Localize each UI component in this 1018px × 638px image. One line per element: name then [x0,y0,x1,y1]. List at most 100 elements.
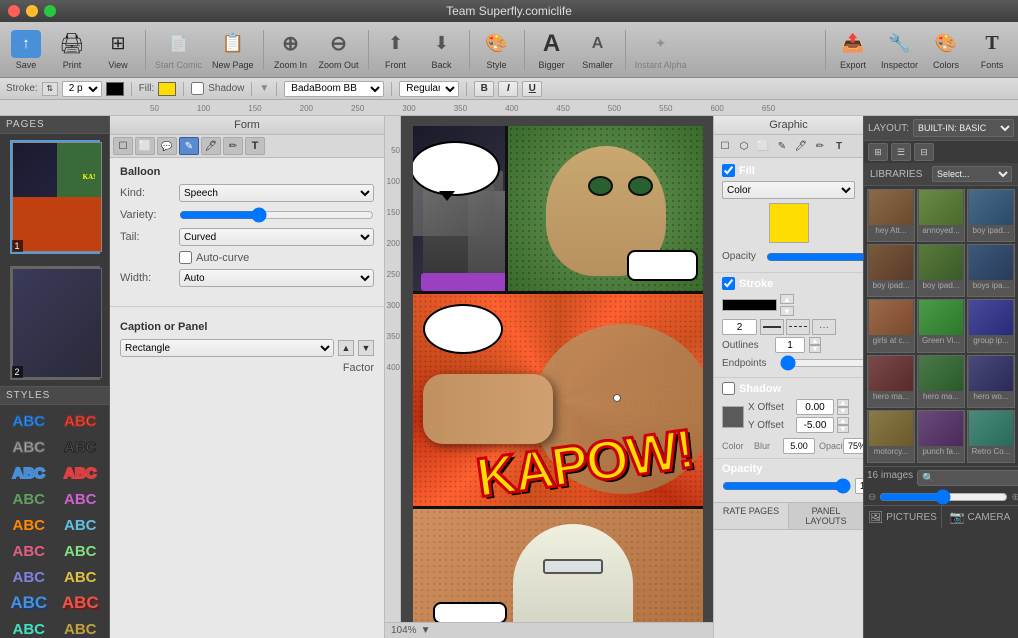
canvas-area[interactable]: 50 100 150 200 250 300 350 400 [385,116,713,638]
caption-type-select[interactable]: Rectangle [120,339,334,357]
lib-item[interactable]: boys ipa... [967,244,1015,297]
form-tool-1[interactable]: ☐ [113,137,133,155]
lib-item[interactable]: hero ma... [917,355,965,408]
detail-view-btn[interactable]: ⊟ [914,143,934,161]
stroke-up-btn[interactable]: ▲ [780,294,794,304]
fill-type-select[interactable]: Color [722,181,855,199]
stroke-style-1[interactable] [760,319,784,335]
main-opacity-slider[interactable] [722,480,851,492]
stroke-down-btn[interactable]: ▼ [780,306,794,316]
tail-select[interactable]: Curved [179,228,374,246]
lib-item[interactable]: girls at c... [867,299,915,352]
style-item[interactable]: ABC [56,617,106,638]
outlines-down[interactable]: ▼ [809,345,821,353]
pictures-btn[interactable]: 🖼 PICTURES [864,506,942,528]
outlines-up[interactable]: ▲ [809,337,821,345]
grid-view-btn[interactable]: ⊞ [868,143,888,161]
lib-item[interactable]: punch fa... [917,410,965,463]
inspector-button[interactable]: 🔧 Inspector [877,25,922,75]
view-button[interactable]: ⊞ View [96,25,140,75]
stroke-style-2[interactable] [786,319,810,335]
stroke-size-input[interactable] [722,319,757,335]
underline-button[interactable]: U [522,81,542,97]
lib-item[interactable]: Retro Co... [967,410,1015,463]
form-tool-5[interactable]: 🖊 [201,137,221,155]
lib-item[interactable]: boy ipad... [867,244,915,297]
instant-alpha-button[interactable]: ✦ Instant Alpha [631,25,691,75]
width-select[interactable]: Auto [179,269,374,287]
style-item[interactable]: ABC [56,539,106,563]
form-tool-7[interactable]: T [245,137,265,155]
style-item[interactable]: ABC [4,591,54,615]
style-item[interactable]: ABC [56,409,106,433]
save-button[interactable]: ↑ Save [4,25,48,75]
style-item[interactable]: ABC [4,565,54,589]
autocurve-checkbox[interactable] [179,251,192,264]
back-button[interactable]: ⬇ Back [420,25,464,75]
style-item[interactable]: ABC [4,539,54,563]
graphic-tool-1[interactable]: ☐ [716,137,734,155]
bigger-button[interactable]: A Bigger [530,25,574,75]
page-thumb-2[interactable]: 2 [10,266,100,380]
zoom-in-button[interactable]: ⊕ Zoom In [269,25,313,75]
style-item[interactable]: ABC [4,461,54,485]
style-item[interactable]: ABC [56,461,106,485]
style-item[interactable]: ABC [4,409,54,433]
lib-item[interactable]: hey Att... [867,189,915,242]
style-item[interactable]: ABC [56,565,106,589]
graphic-tool-7[interactable]: T [830,137,848,155]
thumbnail-zoom-slider[interactable] [879,491,1008,503]
style-button[interactable]: 🎨 Style [475,25,519,75]
style-item[interactable]: ABC [4,513,54,537]
layout-select[interactable]: BUILT-IN: BASIC [913,119,1014,137]
speech-balloon-hello[interactable]: HELLO,STRANGER. [413,141,500,196]
new-page-button[interactable]: 📋 New Page [208,25,258,75]
top-left-panel[interactable]: HELLO,STRANGER. [413,126,508,291]
stroke-style-3[interactable]: ··· [812,319,836,335]
zoom-out-button[interactable]: ⊖ Zoom Out [315,25,363,75]
caption-down-btn[interactable]: ▼ [358,340,374,356]
x-offset-input[interactable] [796,399,834,415]
close-button[interactable] [8,5,20,17]
stroke-checkbox[interactable] [722,277,735,290]
fill-color-swatch[interactable] [158,82,176,96]
style-item[interactable]: ABC [56,591,106,615]
panel-layouts-tab[interactable]: PANEL LAYOUTS [789,503,863,529]
library-select[interactable]: Select... [932,166,1012,182]
form-tool-6[interactable]: ✏ [223,137,243,155]
minimize-button[interactable] [26,5,38,17]
stroke-direction-toggle[interactable]: ⇅ [42,82,58,96]
smaller-button[interactable]: A Smaller [576,25,620,75]
style-item[interactable]: ABC [4,487,54,511]
graphic-tool-6[interactable]: ✏ [811,137,829,155]
form-tool-4[interactable]: ✎ [179,137,199,155]
graphic-tool-3[interactable]: ⬜ [754,137,772,155]
canvas[interactable]: 50 100 150 200 250 300 350 400 [385,116,713,622]
form-tool-3[interactable]: 💬 [157,137,177,155]
lib-item[interactable]: boy ipad... [967,189,1015,242]
xoff-up[interactable]: ▲ [837,399,849,407]
maximize-button[interactable] [44,5,56,17]
lib-item[interactable]: Green Vi... [917,299,965,352]
export-button[interactable]: 📤 Export [831,25,875,75]
print-button[interactable]: 🖨 Print [50,25,94,75]
font-size-select[interactable]: Regular [399,81,459,97]
fill-color-swatch[interactable] [769,203,809,243]
graphic-tool-2[interactable]: ⬡ [735,137,753,155]
graphic-tool-4[interactable]: ✎ [773,137,791,155]
lib-item[interactable]: boy ipad... [917,244,965,297]
font-select[interactable]: BadaBoom BB [284,81,384,97]
italic-button[interactable]: I [498,81,518,97]
fonts-button[interactable]: T Fonts [970,25,1014,75]
lib-item[interactable]: hero ma... [867,355,915,408]
lib-item[interactable]: hero wo... [967,355,1015,408]
page-thumb-1[interactable]: KA! 1 [10,140,100,254]
stroke-color-swatch[interactable] [722,299,777,311]
speech-balloon-what[interactable]: WHAT THE?! [423,304,503,354]
style-item[interactable]: ABC [56,435,106,459]
style-item[interactable]: ABC [56,513,106,537]
form-tool-2[interactable]: ⬜ [135,137,155,155]
blur-input[interactable] [783,438,815,454]
start-comic-button[interactable]: 📄 Start Comic [151,25,206,75]
shadow-color-swatch[interactable] [722,406,744,428]
